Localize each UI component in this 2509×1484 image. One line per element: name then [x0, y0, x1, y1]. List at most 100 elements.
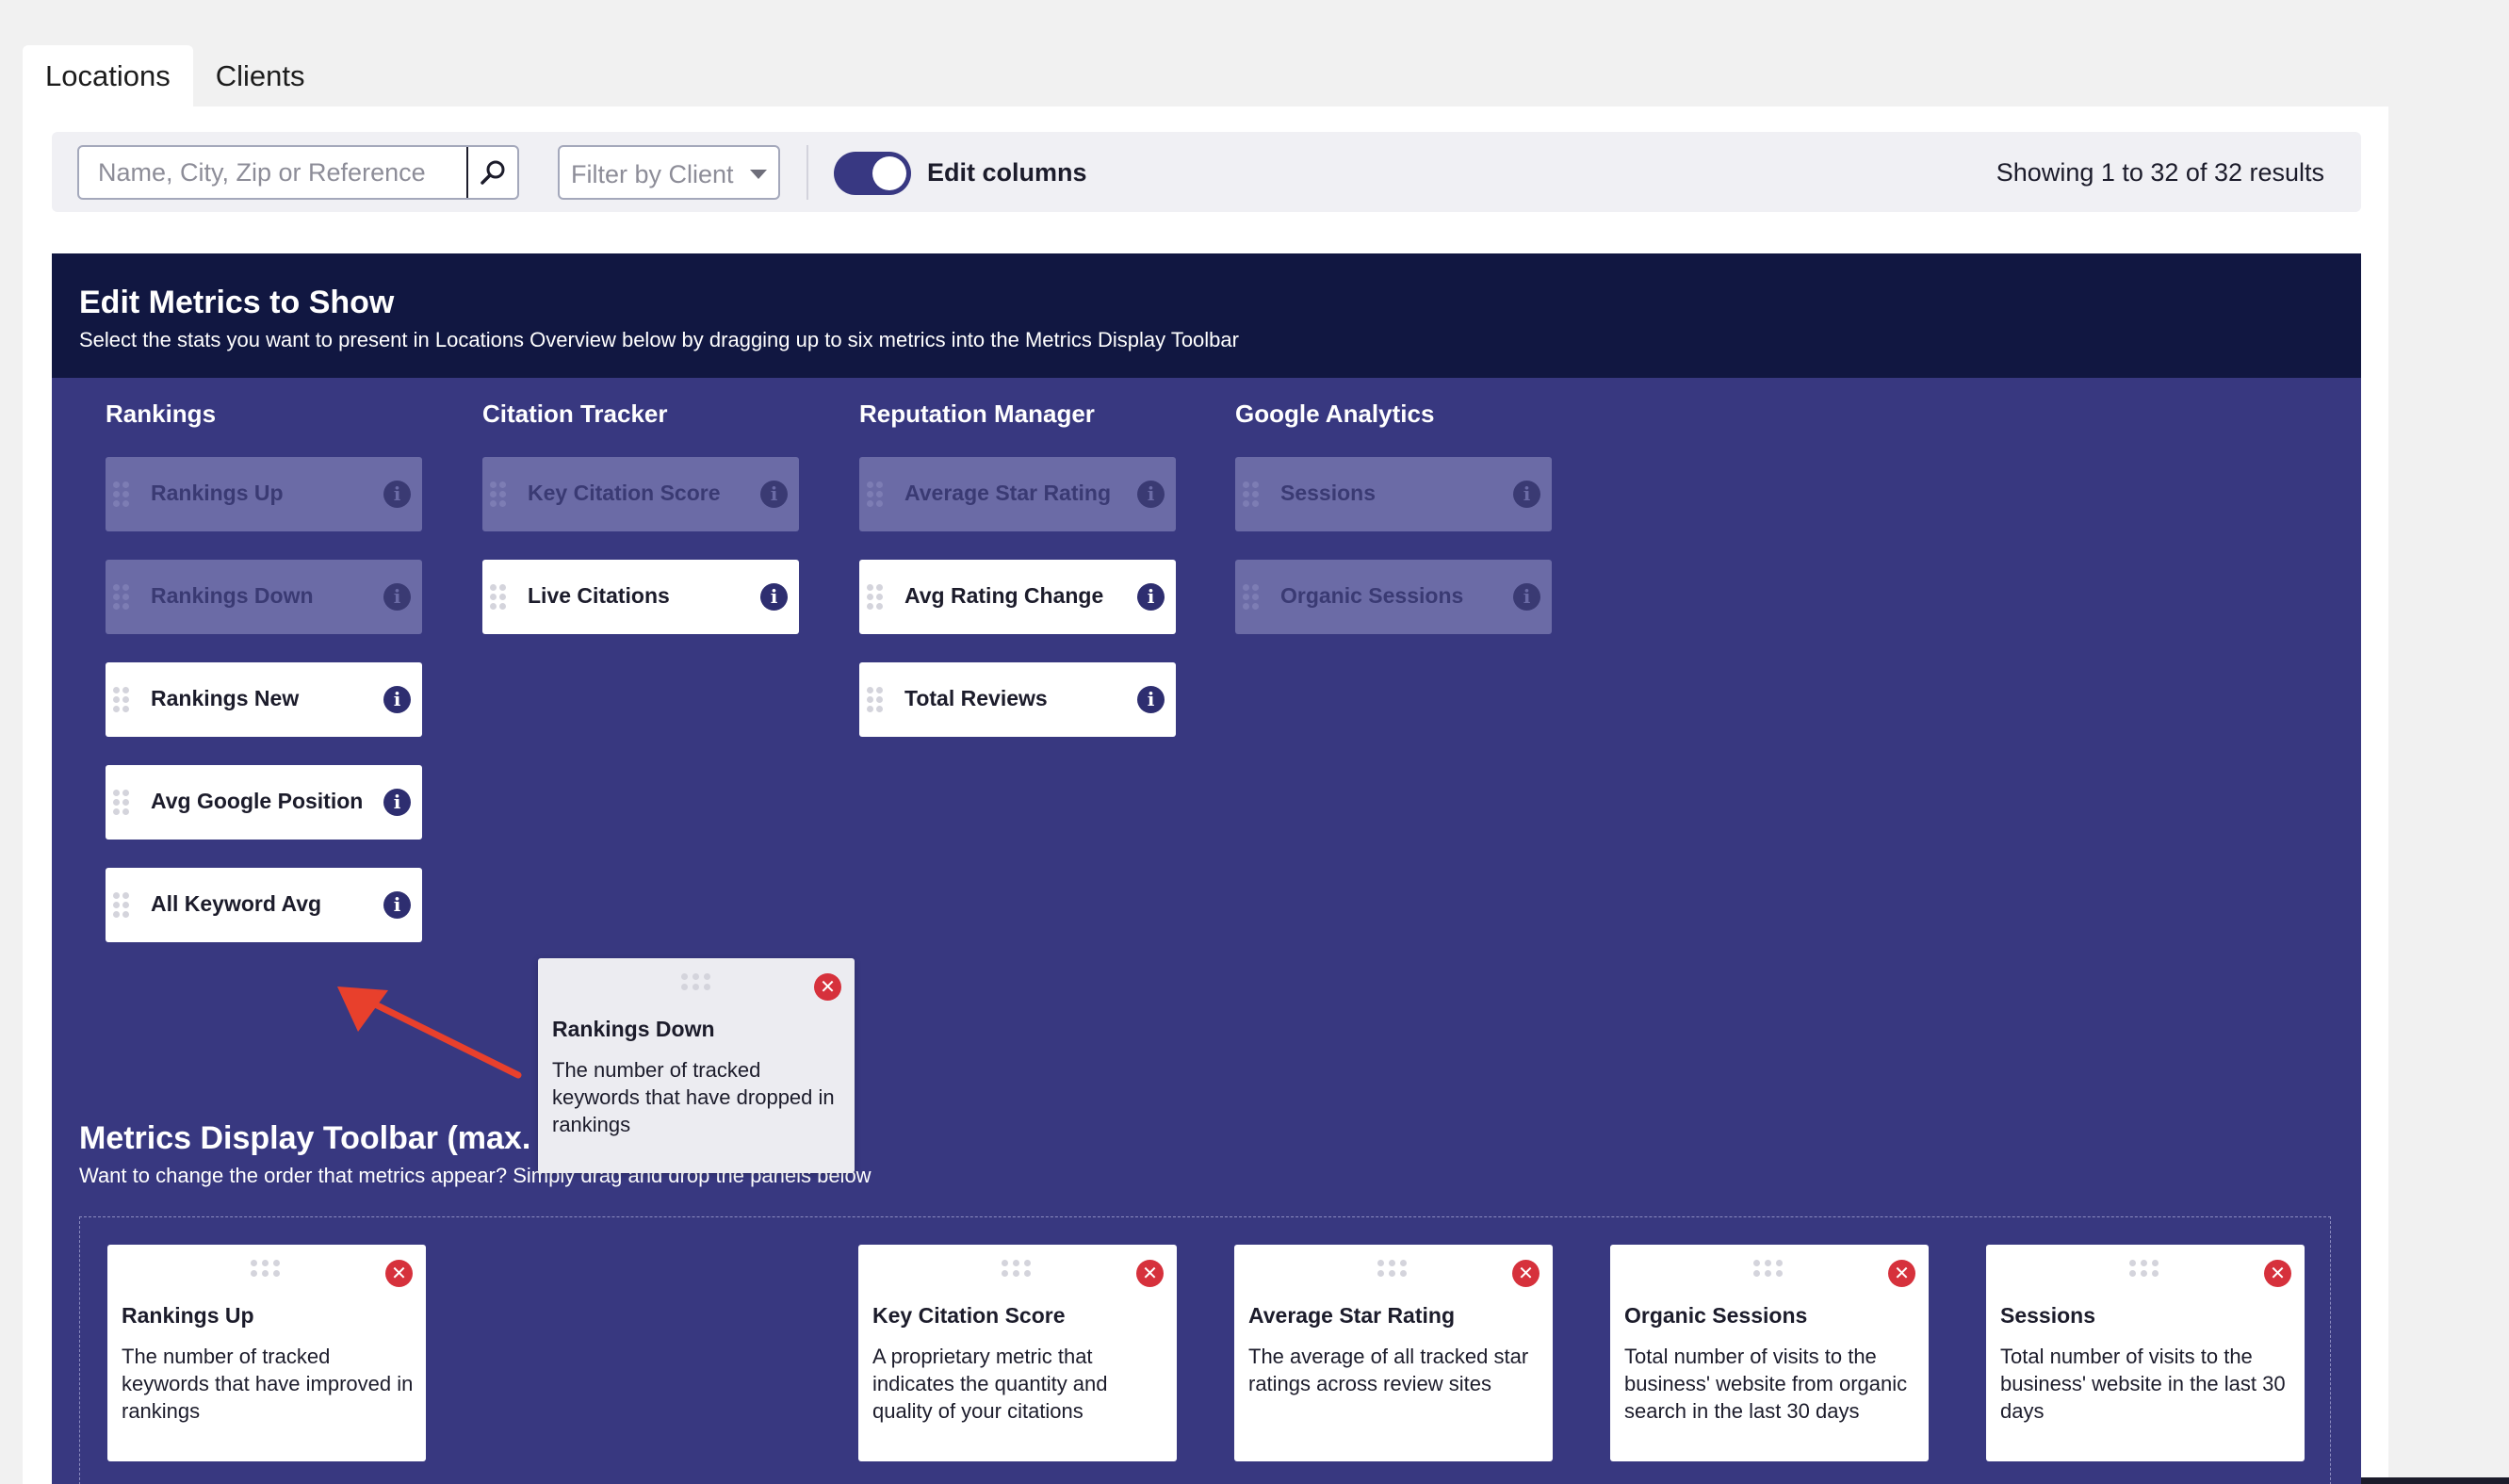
drag-handle-icon[interactable] — [1753, 1260, 1785, 1279]
info-icon[interactable]: i — [1513, 481, 1540, 508]
search-icon — [481, 160, 505, 185]
metric-item[interactable]: Key Citation Score i — [482, 457, 799, 531]
metric-item[interactable]: Rankings Down i — [106, 560, 422, 634]
results-count: Showing 1 to 32 of 32 results — [1996, 158, 2324, 187]
close-icon[interactable]: ✕ — [2264, 1260, 2291, 1287]
tab-clients[interactable]: Clients — [193, 45, 328, 106]
toolbar-card-description: Total number of visits to the business' … — [2000, 1345, 2286, 1423]
metric-item[interactable]: Rankings Up i — [106, 457, 422, 531]
toolbar-card-description: The average of all tracked star ratings … — [1248, 1345, 1529, 1395]
info-icon[interactable]: i — [383, 789, 411, 816]
close-icon[interactable]: ✕ — [1888, 1260, 1915, 1287]
client-filter-select[interactable]: Filter by Client — [558, 145, 780, 200]
search-input[interactable] — [79, 147, 467, 198]
dragging-card-title: Rankings Down — [552, 1017, 715, 1041]
metric-label: Live Citations — [528, 583, 670, 608]
toolbar-card-title: Rankings Up — [122, 1303, 254, 1328]
toolbar-title: Metrics Display Toolbar (max. 6) — [79, 1120, 568, 1156]
drag-handle-icon[interactable] — [490, 584, 506, 611]
metric-label: All Keyword Avg — [151, 891, 322, 916]
drag-handle-icon[interactable] — [867, 481, 883, 508]
toolbar-metric-card[interactable]: ✕ Sessions Total number of visits to the b… — [1986, 1245, 2305, 1461]
metric-item[interactable]: Total Reviews i — [859, 662, 1176, 737]
drag-handle-icon[interactable] — [681, 973, 713, 992]
metric-label: Sessions — [1280, 481, 1376, 505]
edit-columns-label: Edit columns — [927, 158, 1087, 187]
drag-handle-icon[interactable] — [1377, 1260, 1409, 1279]
toolbar-metric-card[interactable]: ✕ Rankings Up The number of tracked keywor… — [107, 1245, 426, 1461]
close-icon[interactable]: ✕ — [814, 973, 841, 1001]
metric-label: Total Reviews — [904, 686, 1048, 710]
drag-handle-icon[interactable] — [113, 687, 129, 713]
drag-handle-icon[interactable] — [1243, 584, 1259, 611]
drag-handle-icon[interactable] — [113, 790, 129, 816]
search-button[interactable] — [466, 147, 517, 198]
tab-bar: Locations Clients — [23, 45, 327, 106]
edit-columns-toggle[interactable] — [834, 152, 911, 195]
info-icon[interactable]: i — [383, 686, 411, 713]
info-icon[interactable]: i — [383, 891, 411, 919]
search-box — [77, 145, 519, 200]
metric-item[interactable]: All Keyword Avg i — [106, 868, 422, 942]
info-icon[interactable]: i — [383, 583, 411, 611]
drag-handle-icon[interactable] — [867, 687, 883, 713]
metric-label: Avg Rating Change — [904, 583, 1104, 608]
close-icon[interactable]: ✕ — [1136, 1260, 1164, 1287]
drag-handle-icon[interactable] — [490, 481, 506, 508]
metric-item[interactable]: Avg Rating Change i — [859, 560, 1176, 634]
metric-label: Rankings Down — [151, 583, 314, 608]
toolbar-card-title: Key Citation Score — [872, 1303, 1066, 1328]
dragging-metric-card[interactable]: ✕ Rankings Down The number of tracked ke… — [538, 958, 855, 1173]
drag-handle-icon[interactable] — [867, 584, 883, 611]
info-icon[interactable]: i — [760, 583, 788, 611]
close-icon[interactable]: ✕ — [385, 1260, 413, 1287]
toolbar-card-title: Average Star Rating — [1248, 1303, 1455, 1328]
info-icon[interactable]: i — [1137, 481, 1165, 508]
tab-locations[interactable]: Locations — [23, 45, 193, 106]
metric-label: Average Star Rating — [904, 481, 1111, 505]
metric-item[interactable]: Rankings New i — [106, 662, 422, 737]
dragging-card-description: The number of tracked keywords that have… — [552, 1058, 835, 1136]
metric-label: Rankings Up — [151, 481, 284, 505]
metric-item[interactable]: Sessions i — [1235, 457, 1552, 531]
metric-label: Rankings New — [151, 686, 300, 710]
metric-item[interactable]: Live Citations i — [482, 560, 799, 634]
edit-metrics-title: Edit Metrics to Show — [79, 285, 395, 320]
divider — [806, 145, 808, 200]
toolbar-metric-card[interactable]: ✕ Average Star Rating The average of all t… — [1234, 1245, 1553, 1461]
toggle-knob — [872, 156, 906, 190]
drag-handle-icon[interactable] — [113, 481, 129, 508]
close-icon[interactable]: ✕ — [1512, 1260, 1540, 1287]
metric-column-title: Reputation Manager — [859, 400, 1095, 428]
edit-metrics-subtitle: Select the stats you want to present in … — [79, 328, 1239, 351]
drag-handle-icon[interactable] — [1243, 481, 1259, 508]
info-icon[interactable]: i — [383, 481, 411, 508]
metric-item[interactable]: Avg Google Position i — [106, 765, 422, 840]
scrollbar-edge — [2361, 1477, 2509, 1484]
toolbar-card-description: The number of tracked keywords that have… — [122, 1345, 414, 1423]
info-icon[interactable]: i — [1513, 583, 1540, 611]
metric-column-title: Citation Tracker — [482, 400, 668, 428]
toolbar-card-title: Organic Sessions — [1624, 1303, 1808, 1328]
metric-label: Organic Sessions — [1280, 583, 1464, 608]
drag-handle-icon[interactable] — [2129, 1260, 2161, 1279]
metric-item[interactable]: Organic Sessions i — [1235, 560, 1552, 634]
metric-column-title: Google Analytics — [1235, 400, 1435, 428]
toolbar-card-title: Sessions — [2000, 1303, 2095, 1328]
edit-metrics-header — [52, 253, 2361, 378]
metric-label: Avg Google Position — [151, 789, 364, 813]
metric-item[interactable]: Average Star Rating i — [859, 457, 1176, 531]
chevron-down-icon — [750, 170, 767, 179]
info-icon[interactable]: i — [1137, 686, 1165, 713]
toolbar-card-description: Total number of visits to the business' … — [1624, 1345, 1908, 1423]
drag-handle-icon[interactable] — [113, 584, 129, 611]
drag-handle-icon[interactable] — [113, 892, 129, 919]
info-icon[interactable]: i — [760, 481, 788, 508]
toolbar-metric-card[interactable]: ✕ Key Citation Score A proprietary metric … — [858, 1245, 1177, 1461]
info-icon[interactable]: i — [1137, 583, 1165, 611]
toolbar-card-description: A proprietary metric that indicates the … — [872, 1345, 1108, 1423]
client-filter-label: Filter by Client — [571, 160, 734, 188]
drag-handle-icon[interactable] — [251, 1260, 283, 1279]
drag-handle-icon[interactable] — [1002, 1260, 1034, 1279]
toolbar-metric-card[interactable]: ✕ Organic Sessions Total number of visits … — [1610, 1245, 1929, 1461]
